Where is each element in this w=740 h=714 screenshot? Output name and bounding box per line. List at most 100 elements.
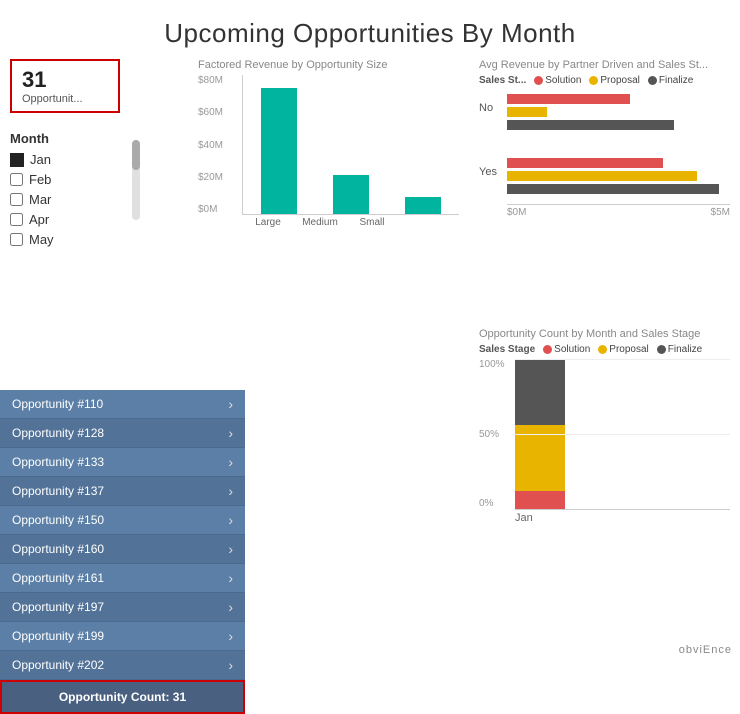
page-title: Upcoming Opportunities By Month [0,0,740,59]
jan-swatch [10,153,24,167]
hbar-no-label: No [479,102,493,114]
watermark: obviEnce [679,644,732,656]
scroll-thumb[interactable] [132,140,140,170]
stacked-y-labels: 100% 50% 0% [479,359,505,509]
y-100pct: 100% [479,359,505,370]
list-item-label: Opportunity #199 [12,629,104,643]
y-label-80m: $80M [198,75,223,86]
stacked-chart-area: 100% 50% 0% Jan [479,359,730,529]
bar-small-bar [405,197,441,214]
list-item-label: Opportunity #202 [12,658,104,672]
solution-dot [534,76,543,85]
list-item-label: Opportunity #161 [12,571,104,585]
list-item[interactable]: Opportunity #137 › [0,477,245,506]
filter-jan-label: Jan [30,152,51,167]
list-item[interactable]: Opportunity #110 › [0,390,245,419]
y-0pct: 0% [479,498,505,509]
proposal3-dot [598,345,607,354]
y-label-40m: $40M [198,140,223,151]
chevron-icon: › [228,483,233,499]
kpi-label: Opportunit... [22,93,108,105]
legend3-finalize-label: Finalize [668,344,702,355]
list-item[interactable]: Opportunity #161 › [0,564,245,593]
list-item[interactable]: Opportunity #160 › [0,535,245,564]
finalize-dot [648,76,657,85]
avg-revenue-chart: Avg Revenue by Partner Driven and Sales … [479,59,730,338]
list-item[interactable]: Opportunity #150 › [0,506,245,535]
filter-feb-checkbox[interactable] [10,173,23,186]
stacked-x-label-jan: Jan [515,512,730,524]
chevron-icon: › [228,396,233,412]
hbar-no-solution [507,94,630,104]
list-item[interactable]: Opportunity #202 › [0,651,245,680]
legend-finalize: Finalize [648,75,693,86]
legend-finalize-label: Finalize [659,75,693,86]
legend-proposal: Proposal [589,75,639,86]
solution3-dot [543,345,552,354]
list-item-label: Opportunity #128 [12,426,104,440]
bar-medium-label: Medium [302,217,338,228]
legend-sales-st-label: Sales St... [479,75,526,86]
opp-count-chart: Opportunity Count by Month and Sales Sta… [479,328,730,639]
list-item[interactable]: Opportunity #128 › [0,419,245,448]
filter-title: Month [10,131,130,146]
bar-small-label: Small [354,217,390,228]
hbar-yes-solution [507,158,663,168]
filter-feb-label: Feb [29,172,51,187]
list-item-label: Opportunity #137 [12,484,104,498]
hbar-yes-finalize [507,184,719,194]
legend-proposal-label: Proposal [600,75,639,86]
chevron-icon: › [228,541,233,557]
filter-mar-checkbox[interactable] [10,193,23,206]
grid-line-50 [515,434,730,435]
chart3-legend: Sales Stage Solution Proposal Finalize [479,344,730,355]
hbar-x-0: $0M [507,207,526,218]
hbar-yes-bars [507,158,730,194]
chevron-icon: › [228,454,233,470]
chevron-icon: › [228,657,233,673]
list-item[interactable]: Opportunity #199 › [0,622,245,651]
chevron-icon: › [228,628,233,644]
finalize3-dot [657,345,666,354]
filter-apr[interactable]: Apr [10,212,130,227]
chart1-title: Factored Revenue by Opportunity Size [198,59,459,71]
hbar-no-bars [507,94,730,130]
filter-feb[interactable]: Feb [10,172,130,187]
chart2-title: Avg Revenue by Partner Driven and Sales … [479,59,730,71]
chevron-icon: › [228,425,233,441]
list-item[interactable]: Opportunity #133 › [0,448,245,477]
scroll-track[interactable] [132,140,140,220]
filter-may-label: May [29,232,54,247]
filter-may-checkbox[interactable] [10,233,23,246]
y-label-60m: $60M [198,107,223,118]
legend3-solution-label: Solution [554,344,590,355]
filter-jan[interactable]: Jan [10,152,130,167]
legend3-solution: Solution [543,344,590,355]
bar-medium [333,175,369,214]
bar-small [405,197,441,214]
filter-mar[interactable]: Mar [10,192,130,207]
grid-line-0 [515,509,730,510]
kpi-box: 31 Opportunit... [10,59,120,113]
hbar-x-axis: $0M $5M [507,204,730,218]
hbar-yes-label: Yes [479,166,497,178]
legend3-proposal-label: Proposal [609,344,648,355]
chevron-icon: › [228,570,233,586]
y-label-20m: $20M [198,172,223,183]
list-item-label: Opportunity #110 [12,397,103,411]
filter-mar-label: Mar [29,192,51,207]
bar-large-bar [261,88,297,214]
bar-chart-area [242,75,459,215]
hbar-no-group: No [507,94,730,130]
seg-solution [515,491,565,509]
list-item-label: Opportunity #160 [12,542,104,556]
list-footer: Opportunity Count: 31 [0,680,245,714]
legend-solution: Solution [534,75,581,86]
bar-medium-bar [333,175,369,214]
list-item-label: Opportunity #197 [12,600,104,614]
hbar-no-finalize [507,120,674,130]
list-item[interactable]: Opportunity #197 › [0,593,245,622]
filter-apr-checkbox[interactable] [10,213,23,226]
list-item-label: Opportunity #133 [12,455,104,469]
filter-may[interactable]: May [10,232,130,247]
